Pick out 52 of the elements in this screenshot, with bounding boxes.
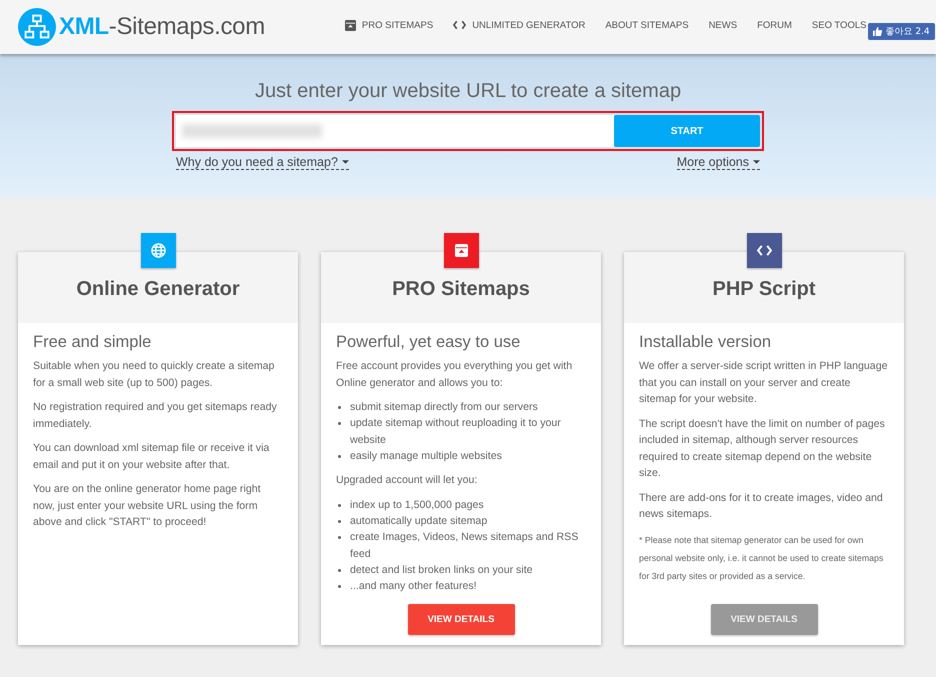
bullet-icon [338, 504, 341, 507]
list-item: index up to 1,500,000 pages [350, 498, 484, 513]
card-paragraph: The script doesn't have the limit on number of pages included in sitemap, although server resources required to create sitemap depend on the website size. [639, 416, 886, 481]
nav-link[interactable]: PRO SITEMAPS [344, 20, 434, 30]
list-item: submit sitemap directly from our servers [350, 400, 538, 415]
archive-box-icon [454, 244, 468, 257]
list-item: automatically update sitemap [350, 514, 488, 529]
thumbs-up-icon [873, 26, 882, 36]
card-paragraph: There are add-ons for it to create images, video and news sitemaps. [639, 490, 884, 522]
card-paragraph: No registration required and you get sitemaps ready immediately. [33, 400, 278, 432]
hero-heading: Just enter your website URL to create a sitemap [254, 80, 682, 103]
bullet-icon [338, 422, 341, 426]
card-title: PRO Sitemaps [392, 278, 530, 301]
footnote: * Please note that sitemap generator can be used for own personal website only, i.e. it cannot be used to create sitemaps for 3rd party sites or provided as a service. [639, 534, 884, 583]
caret-icon [753, 160, 760, 164]
nav-link[interactable]: ABOUT SITEMAPS [605, 20, 689, 30]
archive-box-icon [344, 20, 356, 30]
nav-link[interactable]: UNLIMITED GENERATOR [453, 20, 586, 30]
card-title: Online Generator [76, 278, 240, 301]
bullet-icon [338, 454, 341, 458]
nav-link[interactable]: FORUM [757, 20, 792, 30]
bullet-icon [338, 406, 341, 409]
list-item: detect and list broken links on your site [350, 562, 533, 578]
bullet-icon [338, 536, 341, 540]
card-paragraph: You are on the online generator home page right now, just enter your website URL using the form above and click "START" to proceed! [33, 482, 262, 530]
code-icon [756, 245, 772, 256]
site-logo[interactable]: XML-Sitemaps.com [59, 13, 265, 41]
view-details-button[interactable]: VIEW DETAILS [408, 604, 514, 635]
code-icon [453, 20, 466, 30]
bullet-icon [338, 568, 341, 572]
card-title: PHP Script [712, 278, 816, 301]
nav-link[interactable]: SEO TOOLS [812, 20, 866, 30]
caret-icon [342, 160, 349, 164]
like-button[interactable]: 좋아요 2.4 [868, 22, 935, 40]
card-subtitle: Installable version [639, 333, 772, 352]
dropdown-link[interactable]: More options [676, 155, 760, 170]
card-paragraph: We offer a server-side script written in PHP language that you can install on your server and create sitemap for your website. [639, 359, 888, 407]
list-item: easily manage multiple websites [350, 448, 502, 464]
card-subtitle: Free and simple [33, 333, 152, 352]
card-paragraph: Free account provides you everything you get with Online generator and allows you to: [336, 359, 574, 390]
url-input-field[interactable] [176, 115, 614, 147]
card-paragraph: Upgraded account will let you: [336, 473, 478, 488]
nav-link[interactable]: NEWS [708, 20, 738, 30]
globe-icon [150, 243, 166, 258]
dropdown-link[interactable]: Why do you need a sitemap? [176, 155, 349, 170]
bullet-icon [338, 520, 341, 523]
bullet-icon [338, 585, 341, 588]
sitemap-logo-icon [18, 8, 56, 46]
list-item: ...and many other features! [350, 579, 477, 594]
card-subtitle: Powerful, yet easy to use [336, 333, 522, 352]
card-paragraph: You can download xml sitemap file or receive it via email and put it on your website after that. [33, 441, 270, 472]
card-paragraph: Suitable when you need to quickly create a sitemap for a small web site (up to 500) pages. [33, 359, 276, 390]
